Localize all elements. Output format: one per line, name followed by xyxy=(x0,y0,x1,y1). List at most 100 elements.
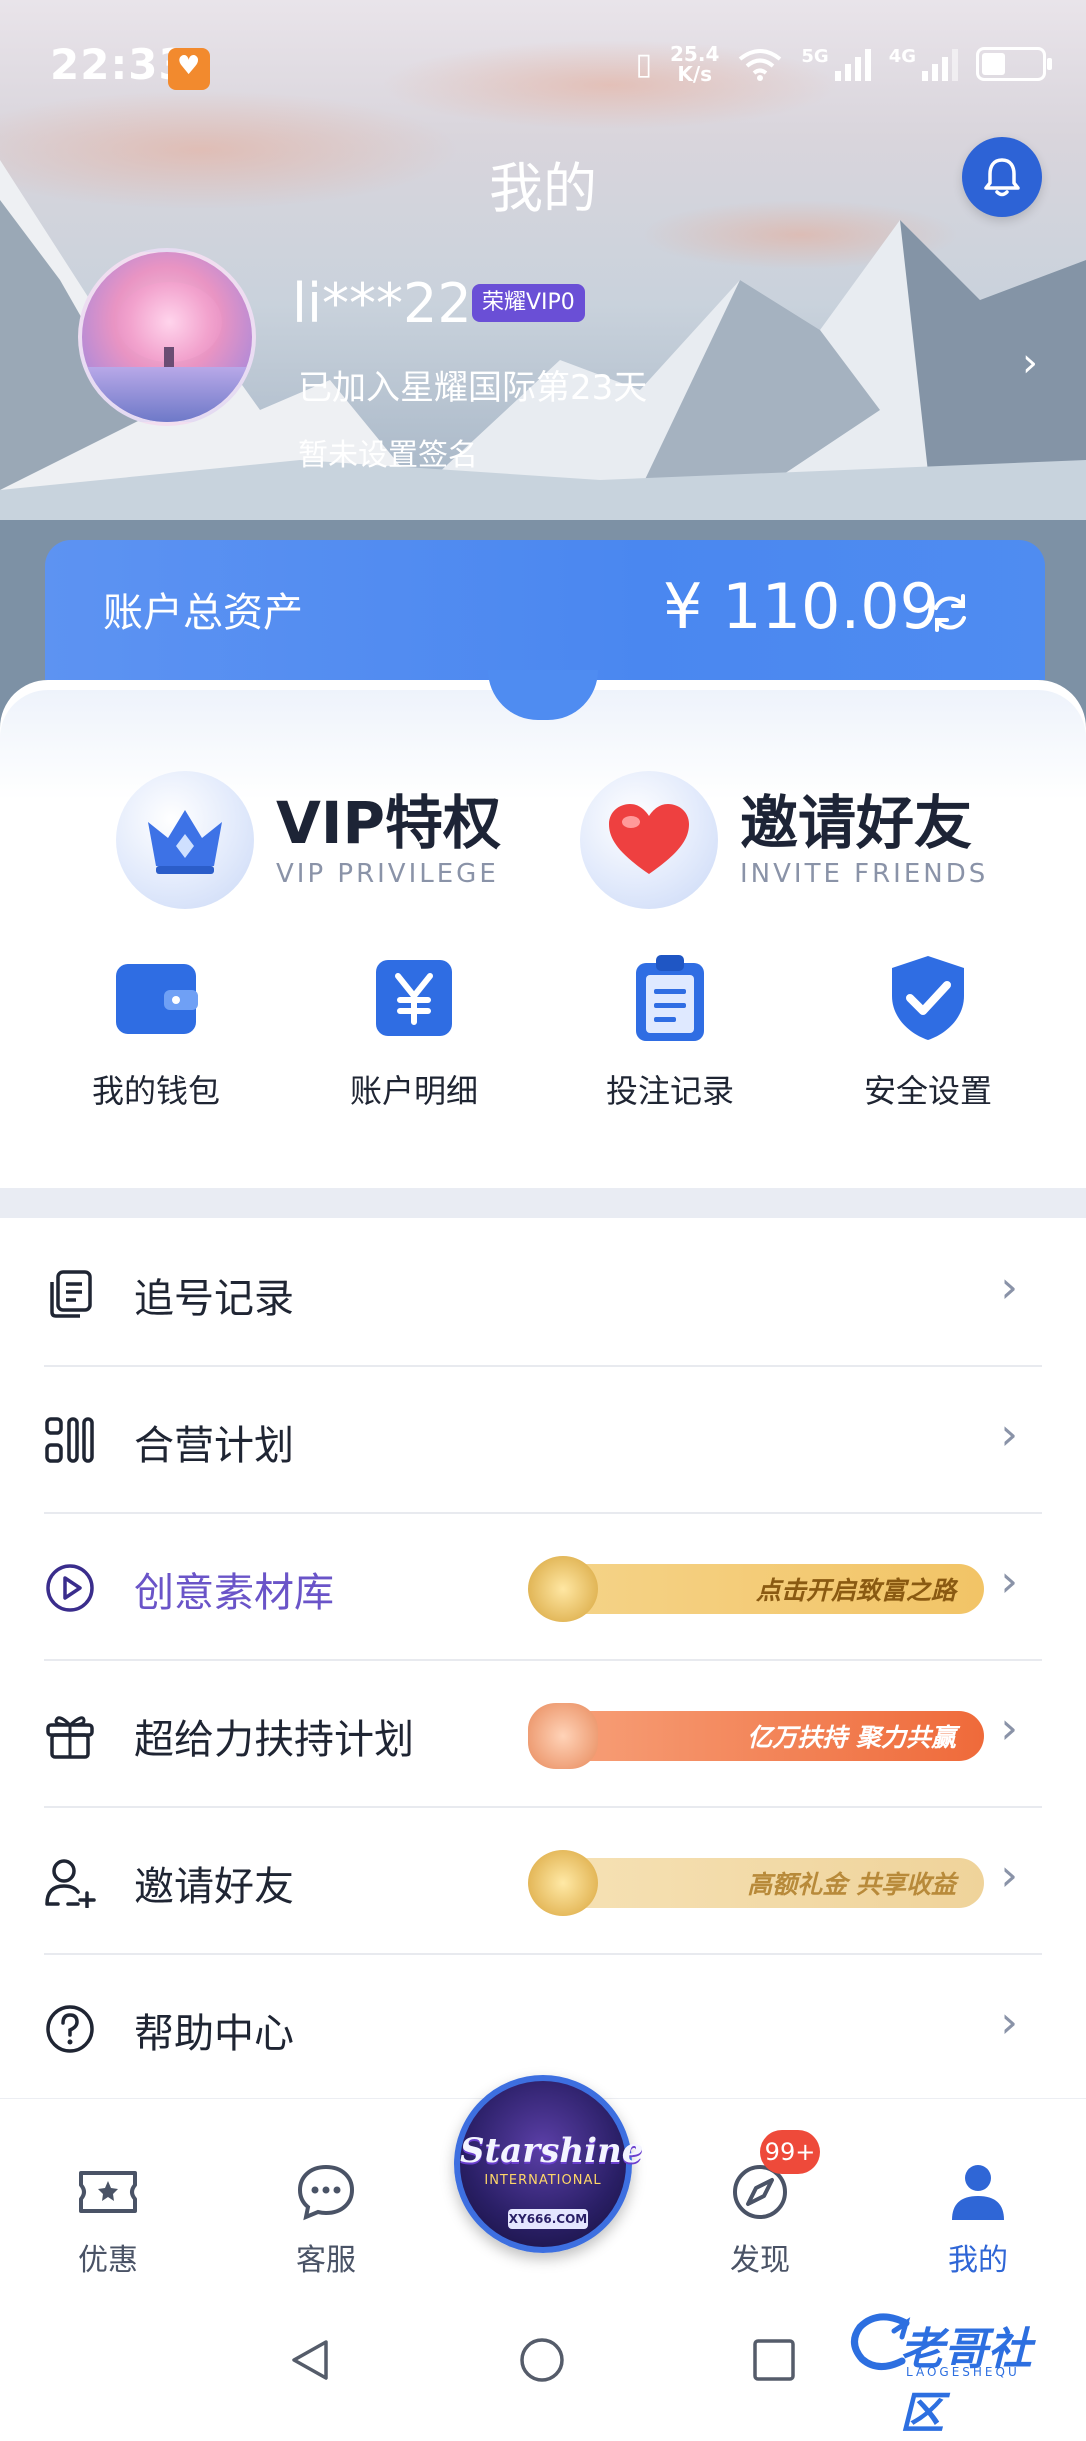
quick-action-bet-records[interactable]: 投注记录 xyxy=(570,950,770,1112)
avatar[interactable] xyxy=(78,248,256,426)
shield-check-icon xyxy=(880,950,976,1046)
menu-item-invite-friends[interactable]: 邀请好友 高额礼金 共享收益 › xyxy=(44,1808,1042,1955)
menu-item-label: 追号记录 xyxy=(134,1276,294,1322)
total-assets-card: 账户总资产 ¥ 110.09 xyxy=(45,540,1045,680)
vip-privilege-subtitle: VIP PRIVILEGE xyxy=(276,859,499,889)
app-notification-icon xyxy=(168,48,210,90)
signature-text: 暂未设置签名 xyxy=(298,438,478,473)
logo-title: Starshine xyxy=(460,2131,644,2171)
chevron-right-icon: › xyxy=(1000,1703,1018,1754)
vip-level-badge: 荣耀VIP0 xyxy=(472,284,585,322)
banner-text: 亿万扶持 聚力共赢 xyxy=(747,1723,956,1752)
add-user-icon xyxy=(45,1859,96,1908)
net-speed-unit: K/s xyxy=(677,62,713,86)
nav-label: 发现 xyxy=(730,2243,790,2278)
help-circle-icon xyxy=(46,2005,94,2053)
quick-action-security-settings[interactable]: 安全设置 xyxy=(828,950,1028,1112)
battery-level xyxy=(982,53,1006,75)
menu-item-label: 合营计划 xyxy=(134,1423,294,1469)
grid-apps-icon xyxy=(45,1417,94,1463)
vip-privilege-title: VIP特权 xyxy=(276,789,501,857)
section-divider xyxy=(0,1188,1086,1218)
center-brand-logo-button[interactable]: Starshine INTERNATIONAL XY666.COM xyxy=(454,2075,644,2253)
quick-action-label: 我的钱包 xyxy=(91,1072,220,1110)
profile-chevron-right-icon[interactable]: › xyxy=(1022,340,1038,386)
status-bar: 22:33 ▯ 25.4 K/s 5G 4G xyxy=(0,0,1086,140)
signal-4g-icon xyxy=(922,47,958,81)
wifi-icon xyxy=(739,49,782,81)
nav-item-offers[interactable]: 优惠 xyxy=(38,2159,178,2279)
recents-square-icon[interactable] xyxy=(752,2338,796,2382)
chat-bubble-icon xyxy=(256,2159,396,2225)
bell-icon xyxy=(984,158,1020,197)
user-icon xyxy=(908,2159,1048,2225)
gold-coins-icon xyxy=(528,1850,598,1916)
net-speed: 25.4 K/s xyxy=(670,44,719,84)
username: li***22 xyxy=(292,272,472,335)
total-assets-value: ¥ 110.09 xyxy=(663,570,940,643)
quick-action-label: 账户明细 xyxy=(349,1072,478,1110)
heart-icon xyxy=(580,771,718,909)
total-assets-label: 账户总资产 xyxy=(103,590,303,636)
nav-label: 客服 xyxy=(296,2243,356,2278)
menu-item-chase-records[interactable]: 追号记录 › xyxy=(44,1220,1042,1367)
discover-count-badge: 99+ xyxy=(760,2130,820,2174)
battery-icon xyxy=(976,47,1052,81)
banner-text: 高额礼金 共享收益 xyxy=(747,1870,956,1899)
logo-url: XY666.COM xyxy=(508,2209,588,2229)
nav-item-mine[interactable]: 我的 xyxy=(908,2159,1048,2279)
chevron-right-icon: › xyxy=(1000,1556,1018,1607)
nav-item-discover[interactable]: 发现 xyxy=(690,2159,830,2279)
join-days-text: 已加入星耀国际第23天 xyxy=(298,368,648,408)
net-speed-value: 25.4 xyxy=(670,42,720,66)
vip-privilege-promo[interactable]: VIP特权 VIP PRIVILEGE xyxy=(116,770,501,910)
vibrate-icon: ▯ xyxy=(635,46,653,82)
quick-action-label: 安全设置 xyxy=(863,1072,992,1110)
watermark-logo: 老哥社区 LAOGESHEQU xyxy=(848,2305,1073,2439)
support-promo-banner[interactable]: 亿万扶持 聚力共赢 xyxy=(528,1703,984,1769)
menu-item-creative-library[interactable]: 创意素材库 点击开启致富之路 › xyxy=(44,1514,1042,1661)
nav-item-customer-service[interactable]: 客服 xyxy=(256,2159,396,2279)
banner-text: 点击开启致富之路 xyxy=(755,1576,956,1605)
clipboard-icon xyxy=(622,950,718,1046)
ticket-star-icon xyxy=(38,2159,178,2225)
menu-item-support-plan[interactable]: 超给力扶持计划 亿万扶持 聚力共赢 › xyxy=(44,1661,1042,1808)
avatar-water xyxy=(82,367,252,422)
invite-friends-promo[interactable]: 邀请好友 INVITE FRIENDS xyxy=(580,770,988,910)
nav-label: 优惠 xyxy=(78,2243,138,2278)
invite-friends-subtitle: INVITE FRIENDS xyxy=(740,859,989,889)
back-triangle-icon[interactable] xyxy=(286,2336,334,2384)
wallet-icon xyxy=(108,950,204,1046)
chevron-right-icon: › xyxy=(1000,1850,1018,1901)
menu-item-partnership-plan[interactable]: 合营计划 › xyxy=(44,1367,1042,1514)
network-4g-label: 4G xyxy=(888,45,916,67)
refresh-icon[interactable] xyxy=(925,588,975,638)
menu-item-label: 帮助中心 xyxy=(134,2011,294,2057)
network-5g-label: 5G xyxy=(801,45,829,67)
menu-item-label: 创意素材库 xyxy=(134,1570,334,1616)
quick-action-wallet[interactable]: 我的钱包 xyxy=(56,950,256,1112)
yen-icon xyxy=(366,950,462,1046)
quick-action-account-details[interactable]: 账户明细 xyxy=(314,950,514,1112)
menu-item-label: 邀请好友 xyxy=(134,1864,294,1910)
signal-5g-icon xyxy=(834,47,871,81)
wealth-promo-banner[interactable]: 点击开启致富之路 xyxy=(528,1556,984,1622)
logo-subtitle: INTERNATIONAL xyxy=(484,2173,602,2188)
gift-icon xyxy=(46,1716,94,1759)
handshake-icon xyxy=(528,1703,598,1769)
invite-friends-title: 邀请好友 xyxy=(740,789,973,857)
page-title: 我的 xyxy=(489,157,597,220)
quick-action-label: 投注记录 xyxy=(605,1072,734,1110)
home-circle-icon[interactable] xyxy=(518,2336,566,2384)
menu-item-label: 超给力扶持计划 xyxy=(134,1717,414,1763)
nav-label: 我的 xyxy=(948,2243,1008,2278)
status-icons: ▯ 25.4 K/s 5G 4G xyxy=(635,44,1052,84)
crown-icon xyxy=(116,771,254,909)
reward-promo-banner[interactable]: 高额礼金 共享收益 xyxy=(528,1850,984,1916)
chevron-right-icon: › xyxy=(1000,1997,1018,2048)
copy-doc-icon xyxy=(50,1270,92,1318)
notification-button[interactable] xyxy=(962,137,1042,217)
chevron-right-icon: › xyxy=(1000,1262,1018,1313)
play-circle-icon xyxy=(46,1564,94,1612)
gold-trophy-icon xyxy=(528,1556,598,1622)
